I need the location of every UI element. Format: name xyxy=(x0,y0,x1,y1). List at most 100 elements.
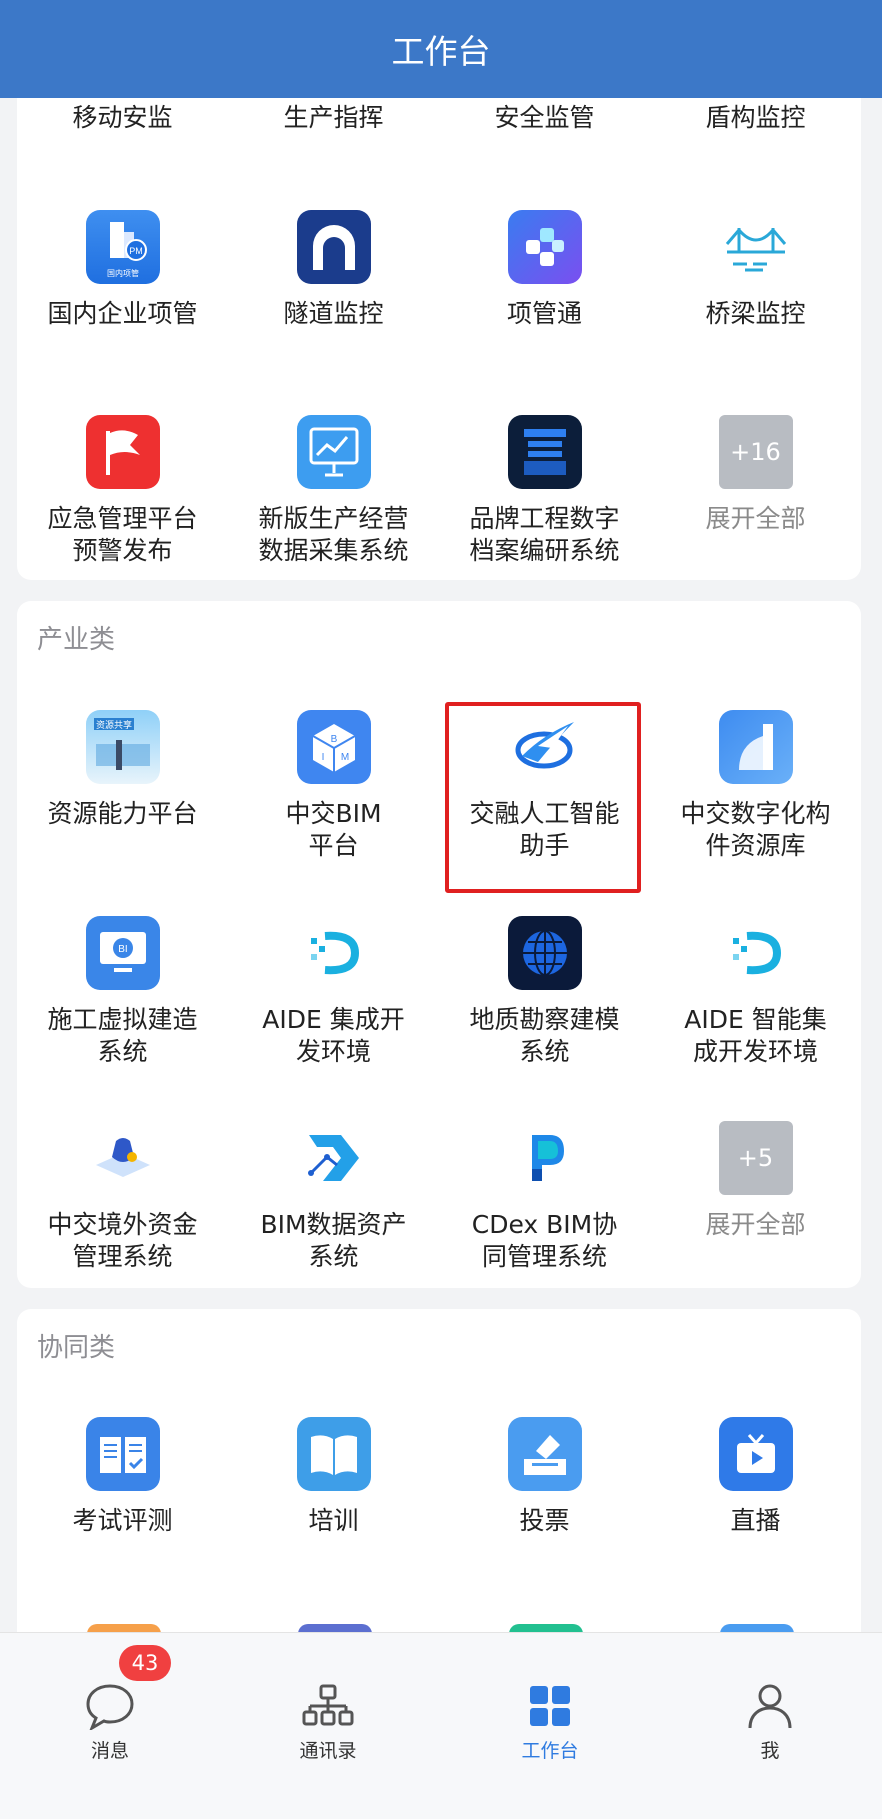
unread-badge: 43 xyxy=(119,1645,171,1681)
bim-cube-icon: B I M xyxy=(296,710,371,784)
chart-board-icon xyxy=(296,415,371,489)
highlight-box xyxy=(445,702,641,893)
app-label-safety-supervision[interactable]: 安全监管 xyxy=(439,98,650,134)
app-brand-archive[interactable]: 品牌工程数字 档案编研系统 xyxy=(439,415,650,567)
app-label: 项管通 xyxy=(506,299,582,328)
app-label-production-command[interactable]: 生产指挥 xyxy=(228,98,439,134)
app-geology-model[interactable]: 地质勘察建模 系统 xyxy=(439,916,650,1068)
cdex-icon xyxy=(508,1121,582,1195)
pm-building-icon: PM 国内项管 xyxy=(85,210,160,284)
app-label: 桥梁监控 xyxy=(705,299,806,328)
app-label: 中交BIM 平台 xyxy=(285,799,382,860)
app-aide-smart-ide[interactable]: AIDE 智能集 成开发环境 xyxy=(650,916,861,1068)
app-training[interactable]: 培训 xyxy=(228,1417,439,1537)
app-label: BIM数据资产 系统 xyxy=(260,1210,407,1271)
puzzle-icon xyxy=(507,210,582,284)
app-tunnel-monitor[interactable]: 隧道监控 xyxy=(228,210,439,330)
flag-icon xyxy=(85,415,160,489)
app-label: 地质勘察建模 系统 xyxy=(469,1005,620,1066)
chat-bubble-icon xyxy=(86,1684,134,1730)
monitor-icon: BI xyxy=(85,916,160,990)
app-digital-components[interactable]: 中交数字化构 件资源库 xyxy=(650,710,861,862)
svg-text:BI: BI xyxy=(118,944,127,955)
svg-text:I: I xyxy=(321,752,324,763)
app-live[interactable]: 直播 xyxy=(650,1417,861,1537)
resource-share-icon: 资源共享 xyxy=(85,710,160,784)
app-label: 施工虚拟建造 系统 xyxy=(47,1005,198,1066)
app-label: CDex BIM协 同管理系统 xyxy=(471,1210,618,1271)
app-label: 考试评测 xyxy=(72,1506,173,1535)
bim-data-icon xyxy=(297,1121,371,1195)
tab-label: 工作台 xyxy=(521,1740,579,1762)
aide-icon xyxy=(719,916,793,990)
app-label-shield-monitor[interactable]: 盾构监控 xyxy=(650,98,861,134)
app-aide-ide[interactable]: AIDE 集成开 发环境 xyxy=(228,916,439,1068)
tab-workbench[interactable]: 工作台 xyxy=(440,1633,660,1763)
svg-text:B: B xyxy=(330,734,337,745)
person-icon xyxy=(748,1684,792,1729)
app-label: 展开全部 xyxy=(705,1210,806,1239)
app-label: 中交境外资金 管理系统 xyxy=(47,1210,198,1271)
app-vote[interactable]: 投票 xyxy=(439,1417,650,1537)
bridge-icon xyxy=(719,210,793,284)
tab-contacts[interactable]: 通讯录 xyxy=(218,1633,438,1763)
app-bridge-monitor[interactable]: 桥梁监控 xyxy=(650,210,861,330)
archive-icon xyxy=(507,415,582,489)
app-label: 中交数字化构 件资源库 xyxy=(680,799,831,860)
svg-text:资源共享: 资源共享 xyxy=(95,719,131,731)
digital-component-icon xyxy=(718,710,793,784)
globe-icon xyxy=(507,916,582,990)
tab-label: 通讯录 xyxy=(299,1740,357,1762)
svg-text:国内项管: 国内项管 xyxy=(107,268,139,278)
section-title: 协同类 xyxy=(37,1333,116,1363)
app-label: 隧道监控 xyxy=(283,299,384,328)
app-domestic-pm[interactable]: PM 国内项管 国内企业项管 xyxy=(17,210,228,330)
apps-card-general: 移动安监 生产指挥 安全监管 盾构监控 PM 国内项管 国内企业项管 隧道监控 xyxy=(17,60,861,580)
section-title: 产业类 xyxy=(37,625,116,655)
app-overseas-funds[interactable]: 中交境外资金 管理系统 xyxy=(17,1121,228,1273)
app-label: 应急管理平台 预警发布 xyxy=(47,504,198,565)
aide-icon xyxy=(297,916,371,990)
app-label: 品牌工程数字 档案编研系统 xyxy=(469,504,620,565)
app-cdex-bim[interactable]: CDex BIM协 同管理系统 xyxy=(439,1121,650,1273)
header-title: 工作台 xyxy=(0,0,882,98)
bottom-tab-bar: 消息 43 通讯录 工作台 我 xyxy=(0,1632,882,1819)
app-bim-platform[interactable]: B I M 中交BIM 平台 xyxy=(228,710,439,862)
app-production-data[interactable]: 新版生产经营 数据采集系统 xyxy=(228,415,439,567)
expand-all-button[interactable]: +16 展开全部 xyxy=(650,415,861,535)
tab-messages[interactable]: 消息 43 xyxy=(0,1633,220,1763)
app-label: AIDE 集成开 发环境 xyxy=(262,1005,405,1066)
svg-text:M: M xyxy=(340,752,348,763)
svg-text:PM: PM xyxy=(129,246,143,256)
app-exam[interactable]: 考试评测 xyxy=(17,1417,228,1537)
app-label: 资源能力平台 xyxy=(47,799,198,828)
tunnel-icon xyxy=(296,210,371,284)
app-label: AIDE 智能集 成开发环境 xyxy=(684,1005,827,1066)
app-label: 国内企业项管 xyxy=(47,299,198,328)
live-tv-icon xyxy=(718,1417,793,1491)
more-icon: +5 xyxy=(718,1121,793,1195)
tab-label: 我 xyxy=(760,1740,780,1762)
app-label-mobile-safety[interactable]: 移动安监 xyxy=(17,98,228,134)
expand-all-button[interactable]: +5 展开全部 xyxy=(650,1121,861,1241)
app-label: 新版生产经营 数据采集系统 xyxy=(258,504,409,565)
app-resource-platform[interactable]: 资源共享 资源能力平台 xyxy=(17,710,228,830)
app-project-tong[interactable]: 项管通 xyxy=(439,210,650,330)
app-emergency[interactable]: 应急管理平台 预警发布 xyxy=(17,415,228,567)
more-icon: +16 xyxy=(718,415,793,489)
app-label: 投票 xyxy=(519,1506,570,1535)
money-bag-icon xyxy=(86,1121,160,1195)
app-label: 直播 xyxy=(730,1506,781,1535)
grid-icon xyxy=(530,1686,570,1726)
app-label: 展开全部 xyxy=(705,504,806,533)
app-bim-data-assets[interactable]: BIM数据资产 系统 xyxy=(228,1121,439,1273)
app-label: 培训 xyxy=(308,1506,359,1535)
open-book-icon xyxy=(296,1417,371,1491)
apps-card-industry: 产业类 资源共享 资源能力平台 B I M 中交BIM 平台 交融人工智能 助手… xyxy=(17,601,861,1288)
org-chart-icon xyxy=(302,1684,354,1726)
tab-me[interactable]: 我 xyxy=(660,1633,880,1763)
exam-book-icon xyxy=(85,1417,160,1491)
tab-label: 消息 xyxy=(90,1740,129,1762)
vote-icon xyxy=(507,1417,582,1491)
app-virtual-construction[interactable]: BI 施工虚拟建造 系统 xyxy=(17,916,228,1068)
